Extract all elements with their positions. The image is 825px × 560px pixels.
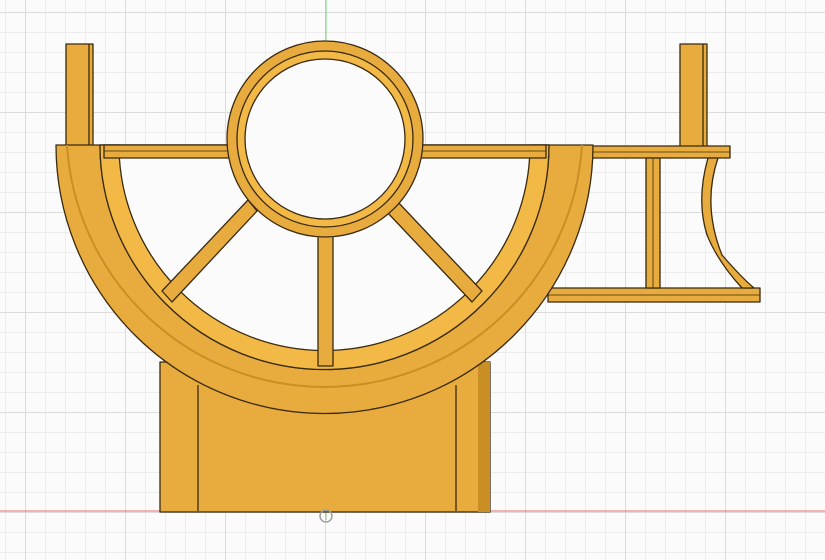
3d-model[interactable] (55, 40, 761, 513)
spoke-center[interactable] (317, 235, 334, 367)
canvas-viewport[interactable] (0, 0, 825, 560)
hub-opening (244, 58, 406, 220)
model-view[interactable] (0, 0, 825, 560)
base-right-shadow (478, 362, 490, 512)
